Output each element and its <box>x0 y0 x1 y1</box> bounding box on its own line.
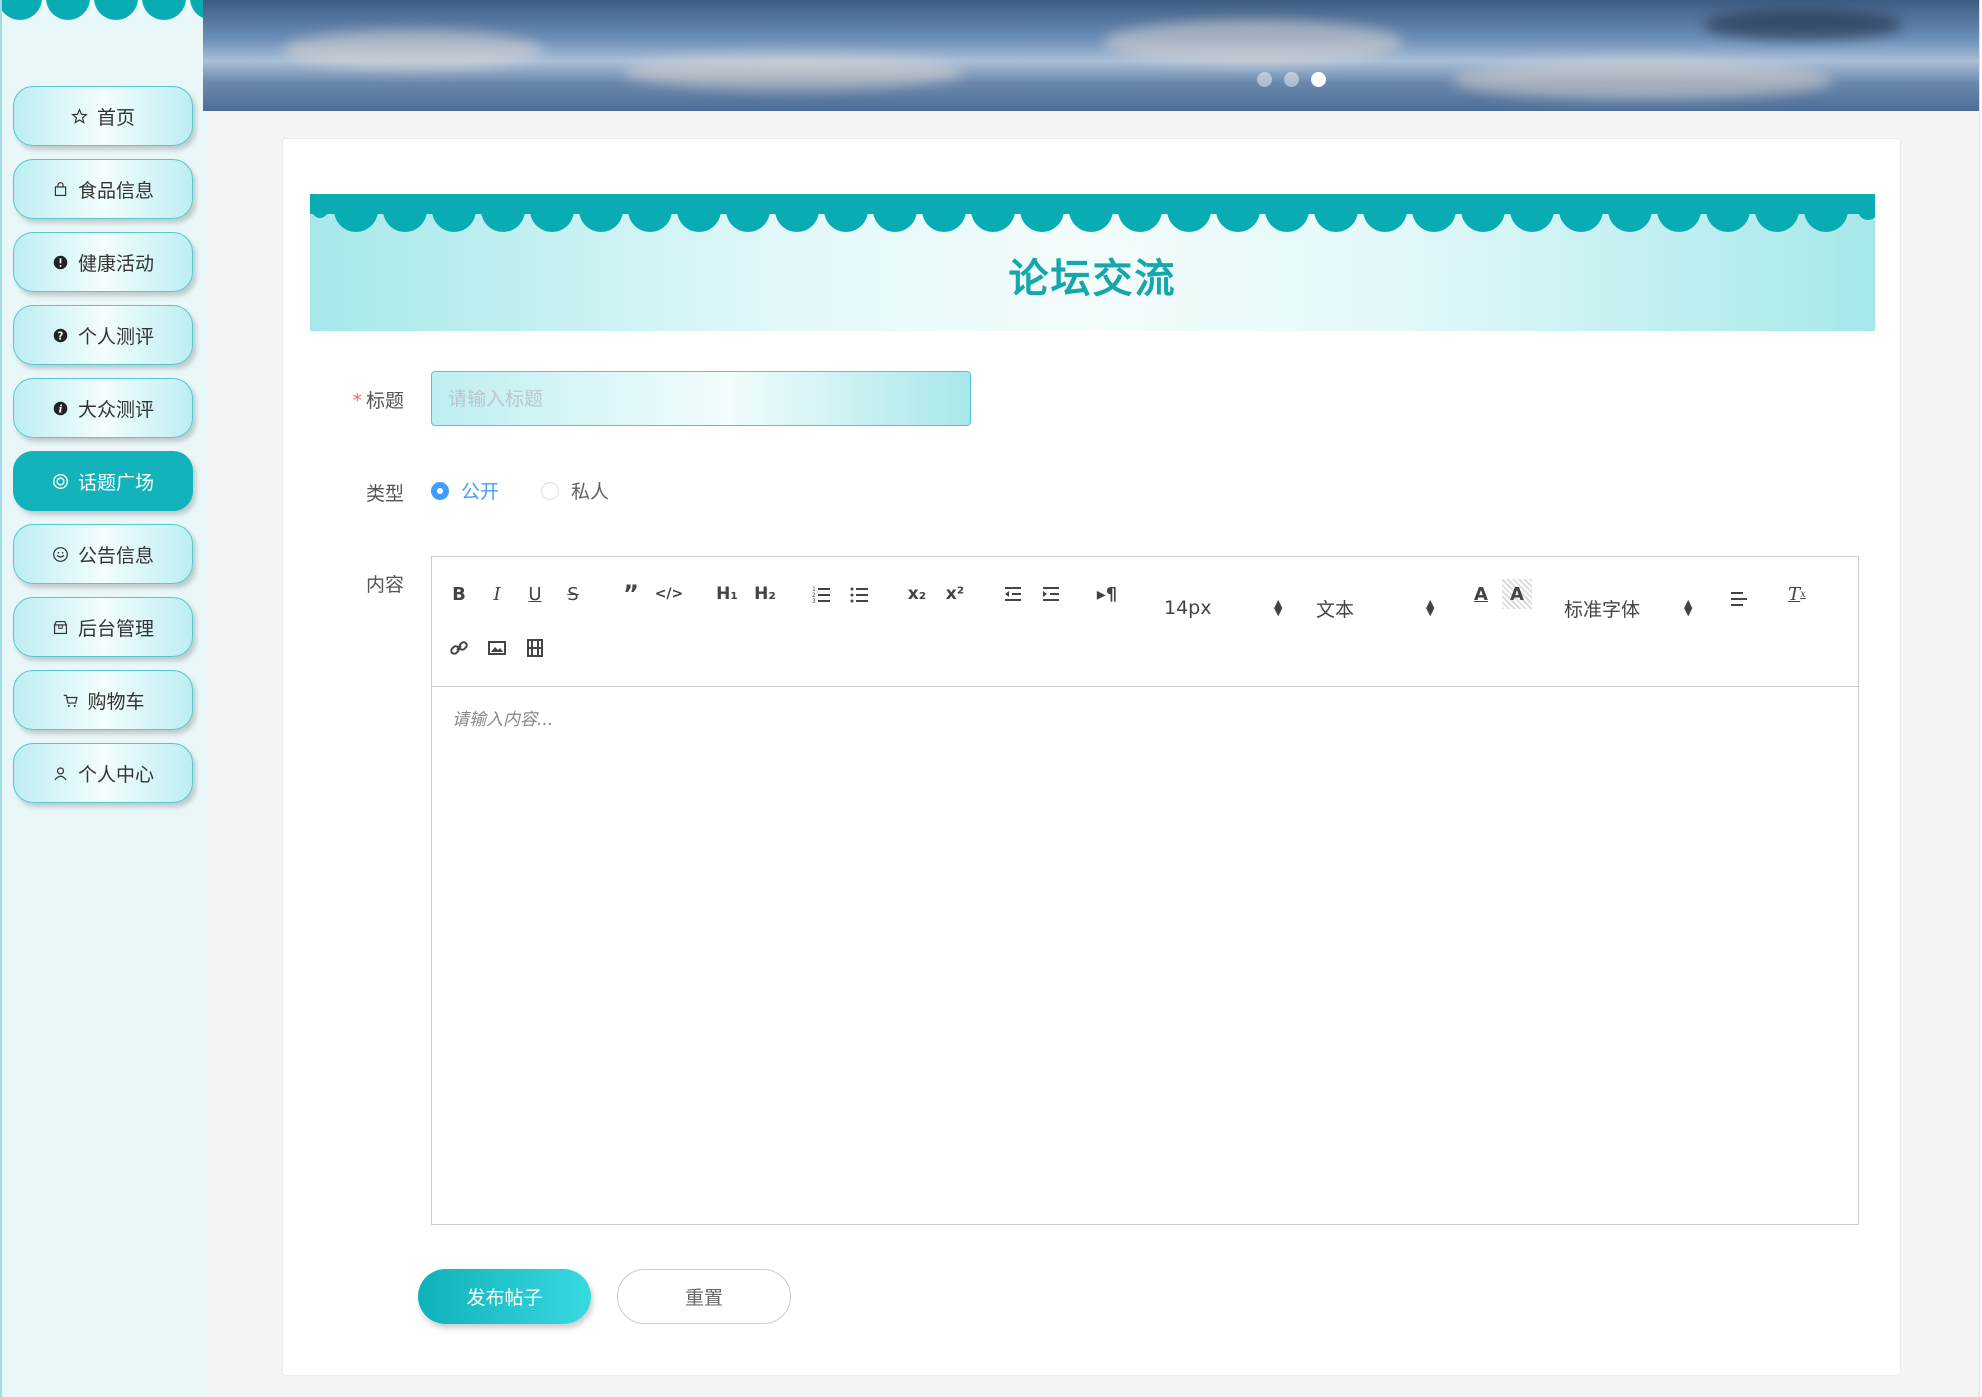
text-direction-icon[interactable]: ▸¶ <box>1092 579 1122 609</box>
radio-label: 公开 <box>461 481 500 503</box>
forum-post-card: 论坛交流 *标题 类型 公开 私人 内容 B I U S ” </> H₁ H₂… <box>282 138 1901 1376</box>
type-field-label: 类型 <box>365 483 404 505</box>
exclamation-circle-icon <box>52 253 70 271</box>
select-arrows-icon: ▲ ▼ <box>1274 597 1283 618</box>
smile-icon <box>52 545 70 563</box>
sidebar-item-label: 个人中心 <box>77 763 154 786</box>
page-title: 论坛交流 <box>1008 256 1177 302</box>
ordered-list-icon[interactable]: 123 <box>806 579 836 609</box>
select-arrows-icon: ▲ ▼ <box>1684 597 1693 618</box>
rich-text-editor: B I U S ” </> H₁ H₂ 123 x₂ x² ▸¶ 14px ▲ … <box>431 556 1859 1225</box>
editor-toolbar: B I U S ” </> H₁ H₂ 123 x₂ x² ▸¶ 14px ▲ … <box>432 557 1858 687</box>
radio-circle <box>541 481 559 500</box>
title-input[interactable] <box>431 371 971 426</box>
superscript-icon[interactable]: x² <box>940 579 970 609</box>
sidebar-item-personal-eval[interactable]: ? 个人测评 <box>13 305 193 365</box>
banner-cloud <box>623 55 963 90</box>
font-size-value: 14px <box>1164 597 1212 619</box>
radio-label: 私人 <box>571 481 610 503</box>
font-family-value: 标准字体 <box>1564 598 1641 621</box>
svg-text:3: 3 <box>812 598 816 604</box>
select-arrows-icon: ▲ ▼ <box>1426 597 1435 618</box>
sidebar-scallop-decoration <box>2 0 207 20</box>
question-circle-icon: ? <box>52 326 70 344</box>
italic-icon[interactable]: I <box>482 579 512 609</box>
align-icon[interactable] <box>1724 583 1754 613</box>
bullet-list-icon[interactable] <box>844 579 874 609</box>
header-select[interactable]: 文本 ▲ ▼ <box>1316 593 1436 623</box>
title-label-text: 标题 <box>365 390 404 412</box>
user-icon <box>52 764 70 782</box>
sidebar-item-admin[interactable]: 后台管理 <box>13 597 193 657</box>
sidebar-item-label: 公告信息 <box>77 544 154 567</box>
bag-icon <box>52 180 70 198</box>
sidebar-item-label: 话题广场 <box>77 471 154 494</box>
banner-cloud <box>1453 60 1833 100</box>
carousel-dot[interactable] <box>1284 72 1299 87</box>
heading2-icon[interactable]: H₂ <box>750 579 780 609</box>
sidebar-item-label: 购物车 <box>87 690 145 713</box>
sidebar-item-announcements[interactable]: 公告信息 <box>13 524 193 584</box>
radio-private[interactable]: 私人 <box>541 477 609 504</box>
strikethrough-icon[interactable]: S <box>558 579 588 609</box>
underline-icon[interactable]: U <box>520 579 550 609</box>
sidebar: 首页 食品信息 健康活动 ? 个人测评 i 大众测评 话题广场 公告信息 后台管… <box>0 0 207 1397</box>
clear-format-icon[interactable]: Tx <box>1782 579 1812 609</box>
font-color-icon[interactable]: A <box>1466 579 1496 609</box>
video-icon[interactable] <box>520 633 550 663</box>
star-icon <box>71 107 89 125</box>
reset-button[interactable]: 重置 <box>617 1269 791 1324</box>
heading1-icon[interactable]: H₁ <box>712 579 742 609</box>
banner-carousel[interactable] <box>203 0 1979 111</box>
svg-text:?: ? <box>58 331 64 342</box>
image-icon[interactable] <box>482 633 512 663</box>
carousel-indicators <box>1257 72 1326 87</box>
indent-icon[interactable] <box>1036 579 1066 609</box>
editor-content-area[interactable]: 请输入内容... <box>432 687 1858 1224</box>
bold-icon[interactable]: B <box>444 579 474 609</box>
sidebar-item-health-activity[interactable]: 健康活动 <box>13 232 193 292</box>
subscript-icon[interactable]: x₂ <box>902 579 932 609</box>
target-icon <box>52 472 70 490</box>
header-value: 文本 <box>1316 598 1355 621</box>
sidebar-item-profile[interactable]: 个人中心 <box>13 743 193 803</box>
outdent-icon[interactable] <box>998 579 1028 609</box>
radio-circle <box>431 481 449 500</box>
banner-cloud <box>283 30 543 70</box>
font-family-select[interactable]: 标准字体 ▲ ▼ <box>1564 593 1714 623</box>
title-banner: 论坛交流 <box>310 194 1875 331</box>
info-circle-icon: i <box>52 399 70 417</box>
banner-boat-silhouette <box>1703 10 1903 40</box>
cart-icon <box>61 691 79 709</box>
sidebar-item-label: 食品信息 <box>77 179 154 202</box>
sidebar-item-food-info[interactable]: 食品信息 <box>13 159 193 219</box>
publish-post-button[interactable]: 发布帖子 <box>418 1269 591 1324</box>
background-color-icon[interactable]: A <box>1502 579 1532 609</box>
carousel-dot[interactable] <box>1257 72 1272 87</box>
sidebar-item-label: 首页 <box>96 106 135 129</box>
title-field-label: * 标题 <box>324 386 404 413</box>
carousel-dot-active[interactable] <box>1311 72 1326 87</box>
blockquote-icon[interactable]: ” <box>616 579 646 609</box>
sidebar-item-label: 个人测评 <box>77 325 154 348</box>
code-block-icon[interactable]: </> <box>654 579 684 609</box>
font-size-select[interactable]: 14px ▲ ▼ <box>1164 593 1284 623</box>
sidebar-item-cart[interactable]: 购物车 <box>13 670 193 730</box>
svg-text:i: i <box>59 403 63 415</box>
sidebar-item-label: 健康活动 <box>77 252 154 275</box>
sidebar-item-label: 后台管理 <box>77 617 154 640</box>
content-field-label: 内容 <box>365 574 404 596</box>
sidebar-item-home[interactable]: 首页 <box>13 86 193 146</box>
required-mark: * <box>352 390 362 412</box>
title-scallop-decoration <box>310 194 1875 232</box>
sidebar-item-topic-square[interactable]: 话题广场 <box>13 451 193 511</box>
sidebar-item-label: 大众测评 <box>77 398 154 421</box>
sidebar-item-public-eval[interactable]: i 大众测评 <box>13 378 193 438</box>
link-icon[interactable] <box>444 633 474 663</box>
box-icon <box>52 618 70 636</box>
radio-public[interactable]: 公开 <box>431 477 499 504</box>
banner-cloud <box>1103 20 1403 65</box>
